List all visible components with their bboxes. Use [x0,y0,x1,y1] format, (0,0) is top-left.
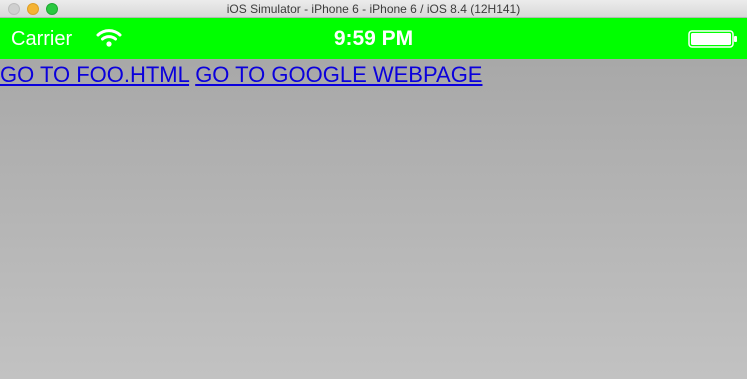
go-to-google-link[interactable]: GO TO GOOGLE WEBPAGE [195,62,482,87]
web-view[interactable]: GO TO FOO.HTML GO TO GOOGLE WEBPAGE [0,59,747,379]
window-title: iOS Simulator - iPhone 6 - iPhone 6 / iO… [226,2,521,16]
window-titlebar: iOS Simulator - iPhone 6 - iPhone 6 / iO… [0,0,747,18]
battery-icon [688,30,737,48]
simulator-window: iOS Simulator - iPhone 6 - iPhone 6 / iO… [0,0,747,379]
status-time: 9:59 PM [333,27,414,50]
ios-status-bar: Carrier 9:59 PM [0,18,747,59]
go-to-foo-link[interactable]: GO TO FOO.HTML [0,62,189,87]
link-row: GO TO FOO.HTML GO TO GOOGLE WEBPAGE [0,62,482,88]
